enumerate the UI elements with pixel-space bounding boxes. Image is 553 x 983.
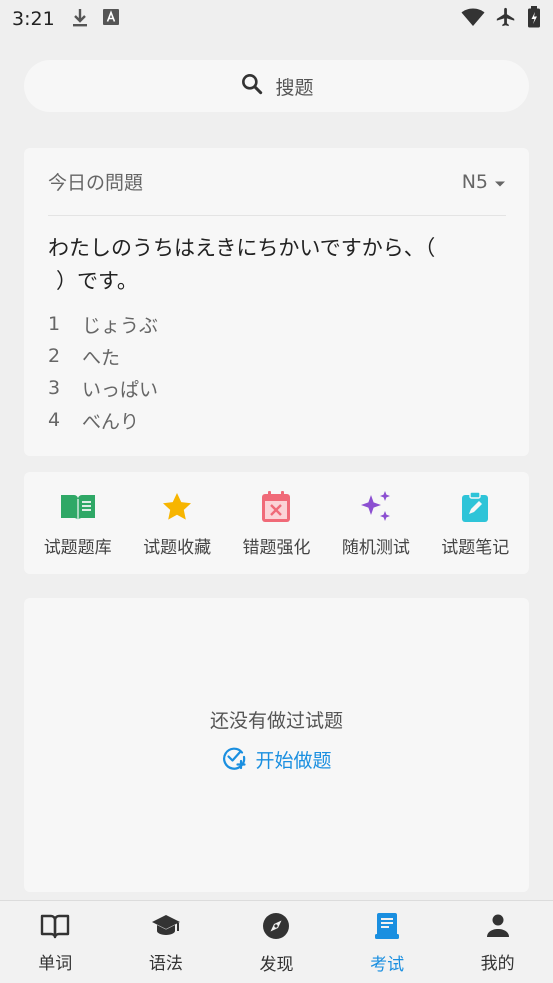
option-number: 1: [48, 313, 61, 335]
compass-icon: [262, 912, 290, 944]
tool-label: 错题强化: [242, 537, 311, 558]
answer-option[interactable]: 1 じょうぶ: [48, 308, 488, 340]
question-text: わたしのうちはえきにちかいですから、（ ）です。: [48, 232, 488, 298]
sparkle-icon: [358, 489, 394, 525]
book-open-icon: [60, 489, 96, 525]
caret-down-icon: [494, 171, 506, 193]
search-placeholder: 搜题: [275, 76, 314, 99]
option-text: べんり: [82, 410, 140, 433]
calendar-x-icon: [258, 489, 294, 525]
answer-option[interactable]: 4 べんり: [48, 404, 488, 436]
question-line-1: わたしのうちはえきにちかいですから、（: [48, 236, 436, 260]
option-number: 3: [48, 377, 61, 399]
tool-label: 随机测试: [341, 537, 410, 558]
book-icon: [40, 913, 70, 943]
tool-label: 试题笔记: [441, 537, 510, 558]
airplane-icon: [495, 6, 517, 32]
option-text: へた: [82, 346, 121, 369]
daily-question-title: 今日の問題: [48, 172, 144, 194]
status-time: 3:21: [12, 8, 55, 30]
tool-question-bank[interactable]: 试题题库: [30, 489, 126, 558]
nav-label: 单词: [38, 953, 73, 974]
bottom-nav: 单词 语法 发现 考试 我的: [0, 900, 553, 983]
option-number: 2: [48, 345, 61, 367]
option-text: じょうぶ: [82, 314, 159, 337]
tool-favorites[interactable]: 试题收藏: [129, 489, 225, 558]
start-practice-label: 开始做题: [255, 750, 332, 772]
empty-history-text: 还没有做过试题: [209, 710, 343, 732]
option-number: 4: [48, 409, 61, 431]
font-a-icon: [102, 9, 119, 29]
tool-notes[interactable]: 试题笔记: [427, 489, 523, 558]
nav-item-exam[interactable]: 考试: [332, 910, 443, 975]
search-bar[interactable]: 搜题: [24, 60, 529, 112]
nav-item-discover[interactable]: 发现: [221, 910, 332, 975]
nav-item-vocabulary[interactable]: 单词: [0, 911, 111, 974]
tool-mistakes[interactable]: 错题强化: [228, 489, 324, 558]
answer-options: 1 じょうぶ 2 へた 3 いっぱい 4 べんり: [48, 308, 488, 436]
nav-label: 语法: [148, 953, 183, 974]
battery-icon: [527, 6, 541, 32]
exam-page: 3:21 搜题 今日の問題 N5 わたしのうちはえきにちかいですから、（ ）です…: [0, 0, 553, 983]
exam-doc-icon: [374, 912, 400, 944]
answer-option[interactable]: 2 へた: [48, 340, 488, 372]
question-line-2: ）です。: [56, 269, 138, 293]
nav-label: 我的: [480, 953, 515, 974]
answer-option[interactable]: 3 いっぱい: [48, 372, 488, 404]
graduation-cap-icon: [151, 913, 181, 943]
exam-history-card: 还没有做过试题 开始做题: [24, 598, 529, 892]
nav-item-mine[interactable]: 我的: [442, 911, 553, 974]
daily-question-card: 今日の問題 N5 わたしのうちはえきにちかいですから、（ ）です。 1 じょうぶ…: [24, 148, 529, 456]
exam-tools-card: 试题题库 试题收藏 错题强化 随机测试 试题笔记: [24, 472, 529, 574]
nav-item-grammar[interactable]: 语法: [111, 911, 222, 974]
clipboard-edit-icon: [457, 489, 493, 525]
status-bar: 3:21: [0, 0, 553, 38]
star-icon: [159, 489, 195, 525]
person-icon: [485, 913, 511, 943]
level-select[interactable]: N5: [462, 171, 506, 193]
download-icon: [71, 7, 89, 31]
check-circle-plus-icon: [221, 744, 247, 775]
tool-random-test[interactable]: 随机测试: [328, 489, 424, 558]
start-practice-button[interactable]: 开始做题: [24, 744, 529, 775]
tool-label: 试题题库: [43, 537, 112, 558]
nav-label: 考试: [370, 954, 405, 975]
search-icon: [239, 71, 265, 101]
nav-label: 发现: [259, 954, 294, 975]
wifi-icon: [461, 7, 485, 31]
tool-label: 试题收藏: [143, 537, 212, 558]
daily-question-header: 今日の問題 N5: [48, 148, 506, 216]
option-text: いっぱい: [82, 378, 159, 401]
level-value: N5: [461, 170, 488, 193]
